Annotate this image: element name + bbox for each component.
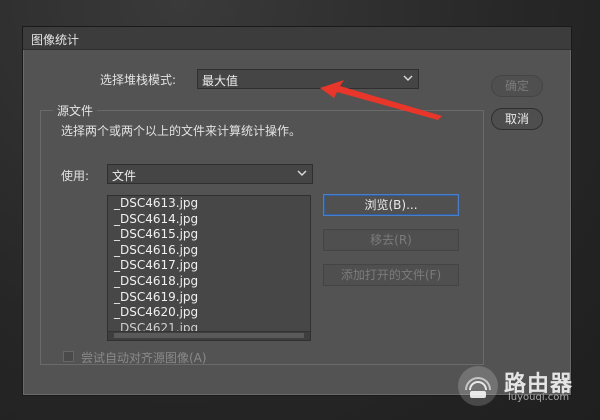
use-value: 文件 xyxy=(112,169,137,183)
dialog-title: 图像统计 xyxy=(31,33,80,47)
watermark-subtext: luyouqi.com xyxy=(508,392,570,403)
list-item[interactable]: _DSC4618.jpg xyxy=(108,274,310,290)
ok-button[interactable]: 确定 xyxy=(491,75,543,97)
file-list-scroll-thumb[interactable] xyxy=(114,333,304,338)
list-item[interactable]: _DSC4613.jpg xyxy=(108,196,310,212)
chevron-down-icon xyxy=(296,166,308,180)
image-statistics-dialog: 图像统计 选择堆栈模式: 最大值 确定 取消 源文件 选择两个或两个以上的文件来… xyxy=(22,26,572,396)
add-open-files-button[interactable]: 添加打开的文件(F) xyxy=(323,264,459,286)
list-item[interactable]: _DSC4619.jpg xyxy=(108,290,310,306)
file-list[interactable]: _DSC4613.jpg _DSC4614.jpg _DSC4615.jpg _… xyxy=(107,195,311,341)
stack-mode-label: 选择堆栈模式: xyxy=(100,73,177,87)
annotation-arrow-icon xyxy=(320,80,442,120)
remove-button[interactable]: 移去(R) xyxy=(323,229,459,251)
source-instruction: 选择两个或两个以上的文件来计算统计操作。 xyxy=(61,124,302,138)
cancel-button[interactable]: 取消 xyxy=(491,108,543,130)
list-item[interactable]: _DSC4620.jpg xyxy=(108,305,310,321)
browse-button[interactable]: 浏览(B)... xyxy=(323,194,459,216)
use-select[interactable]: 文件 xyxy=(107,164,313,184)
auto-align-label: 尝试自动对齐源图像(A) xyxy=(81,351,207,365)
dialog-titlebar[interactable]: 图像统计 xyxy=(23,27,571,50)
stack-mode-value: 最大值 xyxy=(202,74,239,88)
list-item[interactable]: _DSC4614.jpg xyxy=(108,212,310,228)
file-list-scrollbar[interactable] xyxy=(108,331,310,340)
router-logo-icon xyxy=(458,366,498,406)
watermark: 路由器 luyouqi.com xyxy=(458,364,590,408)
use-label: 使用: xyxy=(61,169,90,183)
list-item[interactable]: _DSC4615.jpg xyxy=(108,227,310,243)
source-files-group-title: 源文件 xyxy=(53,102,98,119)
list-item[interactable]: _DSC4617.jpg xyxy=(108,258,310,274)
list-item[interactable]: _DSC4616.jpg xyxy=(108,243,310,259)
auto-align-checkbox[interactable] xyxy=(63,351,74,362)
